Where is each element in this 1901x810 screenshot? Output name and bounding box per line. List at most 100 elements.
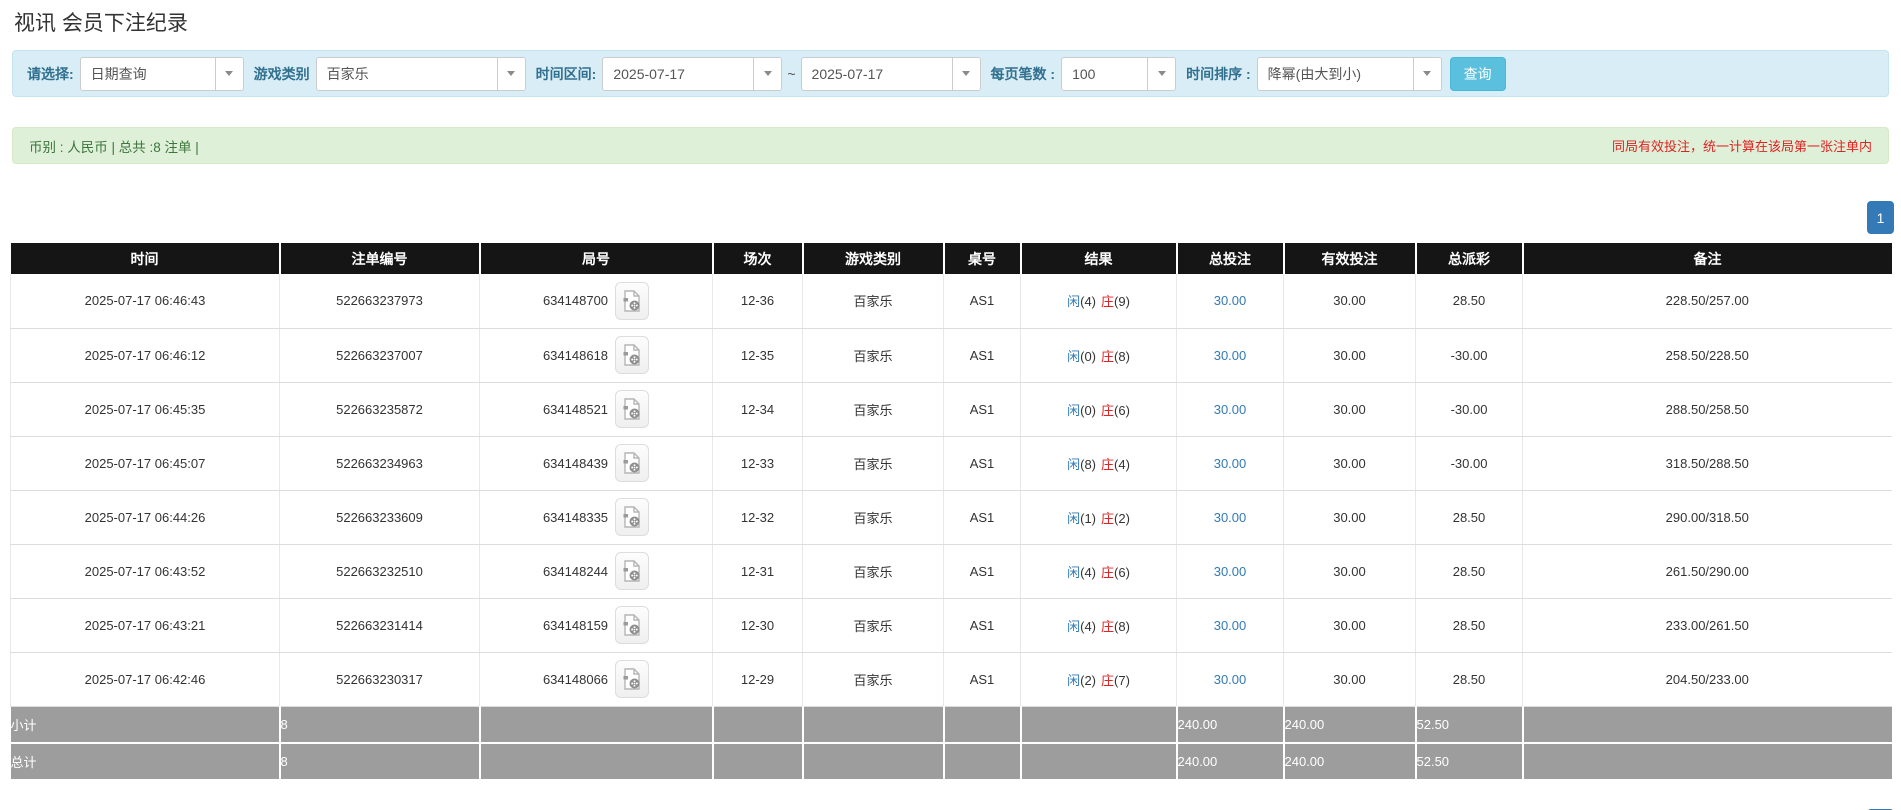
total-bet-link[interactable]: 30.00 <box>1214 564 1247 579</box>
video-replay-button[interactable] <box>615 552 650 590</box>
cell-session: 12-32 <box>712 490 803 545</box>
cell-round-id: 634148700 <box>479 274 713 329</box>
round-id-value: 634148521 <box>542 401 609 417</box>
table-row: 2025-07-17 06:42:46 522663230317 6341480… <box>10 652 1892 707</box>
video-file-icon <box>623 398 640 420</box>
cell-remark: 261.50/290.00 <box>1522 544 1892 599</box>
total-bet-link[interactable]: 30.00 <box>1214 456 1247 471</box>
cell-game-type: 百家乐 <box>802 274 944 329</box>
round-id-value: 634148700 <box>542 293 609 309</box>
video-replay-button[interactable] <box>615 660 650 698</box>
cell-time: 2025-07-17 06:45:35 <box>10 382 280 437</box>
cell-bet-id: 522663237007 <box>279 328 480 383</box>
cell-bet-id: 522663230317 <box>279 652 480 707</box>
video-file-icon <box>623 344 640 366</box>
query-type-label: 请选择: <box>27 65 74 82</box>
result-banker-score: (4) <box>1114 456 1130 472</box>
sort-order-label: 时间排序 : <box>1186 65 1251 82</box>
result-banker: 庄 <box>1101 456 1115 472</box>
total-bet-link[interactable]: 30.00 <box>1214 293 1247 308</box>
cell-result: 闲(4) 庄(8) <box>1020 598 1177 653</box>
total-bet-link[interactable]: 30.00 <box>1214 510 1247 525</box>
header-total-bet: 总投注 <box>1176 243 1285 274</box>
cell-bet-id: 522663233609 <box>279 490 480 545</box>
cell-total-payout: 28.50 <box>1415 490 1523 545</box>
cell-game-type: 百家乐 <box>802 490 944 545</box>
cell-table-no: AS1 <box>943 382 1021 437</box>
cell-total-bet: 30.00 <box>1176 490 1284 545</box>
cell-bet-id: 522663237973 <box>279 274 480 329</box>
game-type-value: 百家乐 <box>326 65 369 82</box>
pagination-top: 1 <box>0 201 1894 234</box>
round-id-value: 634148244 <box>542 563 609 579</box>
cell-bet-id: 522663234963 <box>279 436 480 491</box>
cell-game-type: 百家乐 <box>802 382 944 437</box>
cell-round-id: 634148335 <box>479 490 713 545</box>
cell-result: 闲(2) 庄(7) <box>1020 652 1177 707</box>
cell-total-bet: 30.00 <box>1176 274 1284 329</box>
total-bet-link[interactable]: 30.00 <box>1214 402 1247 417</box>
video-replay-button[interactable] <box>615 606 650 644</box>
subtotal-count: 8 <box>279 706 481 744</box>
round-id-value: 634148066 <box>542 671 609 687</box>
filter-panel: 请选择: 日期查询 游戏类别 百家乐 时间区间: 2025-07-17 ~ 20… <box>12 50 1889 97</box>
cell-session: 12-34 <box>712 382 803 437</box>
video-replay-button[interactable] <box>615 498 650 536</box>
cell-bet-id: 522663231414 <box>279 598 480 653</box>
cell-game-type: 百家乐 <box>802 328 944 383</box>
video-file-icon <box>623 506 640 528</box>
video-replay-button[interactable] <box>615 336 650 374</box>
result-banker-score: (6) <box>1114 402 1130 418</box>
date-from-select[interactable]: 2025-07-17 <box>602 56 783 91</box>
result-player-score: (4) <box>1080 564 1096 580</box>
cell-valid-bet: 30.00 <box>1283 544 1416 599</box>
result-player: 闲 <box>1067 510 1081 526</box>
total-bet-link[interactable]: 30.00 <box>1214 348 1247 363</box>
cell-remark: 318.50/288.50 <box>1522 436 1892 491</box>
cell-valid-bet: 30.00 <box>1283 274 1416 329</box>
video-replay-button[interactable] <box>615 444 650 482</box>
result-player: 闲 <box>1067 456 1081 472</box>
video-replay-button[interactable] <box>615 281 650 320</box>
sort-order-select[interactable]: 降幂(由大到小) <box>1256 56 1442 91</box>
cell-round-id: 634148159 <box>479 598 713 653</box>
cell-total-payout: 28.50 <box>1415 544 1523 599</box>
cell-result: 闲(0) 庄(6) <box>1020 382 1177 437</box>
result-banker-score: (9) <box>1114 294 1130 310</box>
cell-remark: 204.50/233.00 <box>1522 652 1892 707</box>
game-type-select[interactable]: 百家乐 <box>315 56 526 91</box>
table-row: 2025-07-17 06:46:12 522663237007 6341486… <box>10 328 1892 383</box>
cell-total-payout: -30.00 <box>1415 436 1523 491</box>
date-to-select[interactable]: 2025-07-17 <box>800 56 981 91</box>
search-button[interactable]: 查询 <box>1449 56 1506 91</box>
time-range-label: 时间区间: <box>535 65 597 82</box>
cell-round-id: 634148521 <box>479 382 713 437</box>
page-size-label: 每页笔数 : <box>990 65 1056 82</box>
total-bet-link[interactable]: 30.00 <box>1214 672 1247 687</box>
cell-table-no: AS1 <box>943 436 1021 491</box>
video-replay-button[interactable] <box>615 390 650 428</box>
cell-game-type: 百家乐 <box>802 436 944 491</box>
result-banker-score: (8) <box>1114 348 1130 364</box>
page-button-1[interactable]: 1 <box>1867 201 1894 234</box>
result-banker: 庄 <box>1101 294 1115 310</box>
cell-total-payout: 28.50 <box>1415 598 1523 653</box>
video-file-icon <box>623 452 640 474</box>
total-bet-link[interactable]: 30.00 <box>1214 618 1247 633</box>
header-game-type: 游戏类别 <box>802 243 945 274</box>
result-banker: 庄 <box>1101 618 1115 634</box>
chevron-down-icon <box>753 57 782 90</box>
subtotal-label: 小计 <box>10 706 281 744</box>
grand-total-label: 总计 <box>10 743 281 781</box>
cell-table-no: AS1 <box>943 598 1021 653</box>
query-type-select[interactable]: 日期查询 <box>79 56 244 91</box>
result-player: 闲 <box>1067 672 1081 688</box>
cell-remark: 258.50/228.50 <box>1522 328 1892 383</box>
page-size-select[interactable]: 100 <box>1061 56 1177 91</box>
cell-valid-bet: 30.00 <box>1283 328 1416 383</box>
cell-total-bet: 30.00 <box>1176 328 1284 383</box>
cell-valid-bet: 30.00 <box>1283 490 1416 545</box>
bet-records-table: 时间 注单编号 局号 场次 游戏类别 桌号 结果 总投注 有效投注 总派彩 备注… <box>10 243 1892 781</box>
cell-session: 12-33 <box>712 436 803 491</box>
subtotal-row: 小计 8 240.00 240.00 52.50 <box>10 706 1892 744</box>
